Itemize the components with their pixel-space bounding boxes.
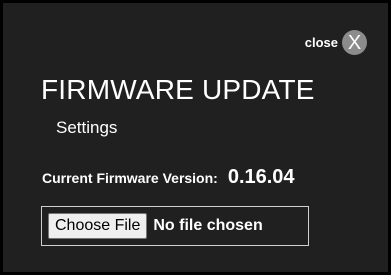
firmware-update-dialog: close X FIRMWARE UPDATE Settings Current… [0,0,391,275]
close-icon[interactable]: X [342,30,367,55]
dialog-subtitle: Settings [56,118,118,137]
close-label[interactable]: close [305,35,338,50]
firmware-version-value: 0.16.04 [227,166,295,188]
close-button[interactable]: close X [305,30,367,55]
file-input[interactable]: Choose File No file chosen [41,206,309,246]
file-status-text: No file chosen [153,217,263,234]
choose-file-button[interactable]: Choose File [48,213,148,239]
firmware-version-row: Current Firmware Version: 0.16.04 [42,166,295,189]
firmware-version-label: Current Firmware Version: [42,170,218,186]
dialog-title: FIRMWARE UPDATE [41,74,315,105]
